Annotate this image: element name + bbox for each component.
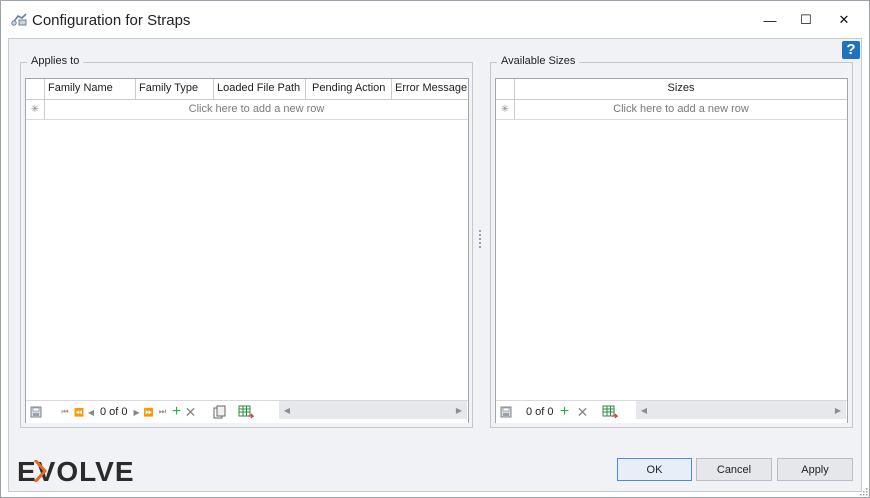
column-header-loaded-file-path[interactable]: Loaded File Path xyxy=(214,79,306,99)
sizes-new-row[interactable]: ✳ Click here to add a new row xyxy=(496,100,847,120)
apply-button[interactable]: Apply xyxy=(777,458,853,481)
new-row-prompt[interactable]: Click here to add a new row xyxy=(45,100,468,119)
sizes-grid-header: Sizes xyxy=(496,79,847,100)
next-page-icon[interactable]: ⏩ xyxy=(142,403,156,421)
new-row[interactable]: ✳ Click here to add a new row xyxy=(26,100,468,120)
grid-header: Family Name Family Type Loaded File Path… xyxy=(26,79,468,100)
scroll-right-icon[interactable]: ▶ xyxy=(451,401,467,419)
delete-record-icon[interactable]: ✕ xyxy=(576,403,590,421)
add-record-icon[interactable]: + xyxy=(170,403,184,421)
copy-icon[interactable] xyxy=(210,403,230,421)
horizontal-scrollbar[interactable]: ◀ ▶ xyxy=(279,401,467,419)
new-row-marker-icon: ✳ xyxy=(496,100,515,119)
record-counter: 0 of 0 xyxy=(100,406,128,418)
sizes-horizontal-scrollbar[interactable]: ◀ ▶ xyxy=(636,401,846,419)
title-bar[interactable]: Configuration for Straps — ☐ ✕ xyxy=(1,1,869,39)
maximize-icon: ☐ xyxy=(800,12,812,27)
save-layout-icon[interactable] xyxy=(26,403,46,421)
new-row-marker-icon: ✳ xyxy=(26,100,45,119)
applies-to-title: Applies to xyxy=(27,55,84,67)
maximize-button[interactable]: ☐ xyxy=(789,1,823,39)
column-header-family-type[interactable]: Family Type xyxy=(136,79,214,99)
row-indicator-header xyxy=(26,79,45,99)
delete-record-icon[interactable]: ✕ xyxy=(184,403,198,421)
straps-app-icon xyxy=(11,13,27,26)
resize-grip-icon[interactable] xyxy=(860,488,868,496)
next-record-icon[interactable]: ▶ xyxy=(132,403,142,421)
ok-button[interactable]: OK xyxy=(617,458,692,481)
column-header-error-message[interactable]: Error Message xyxy=(392,79,468,99)
export-grid-icon[interactable] xyxy=(600,403,620,421)
column-header-family-name[interactable]: Family Name xyxy=(45,79,136,99)
available-sizes-title: Available Sizes xyxy=(497,55,580,67)
scroll-left-icon[interactable]: ◀ xyxy=(636,401,652,419)
add-record-icon[interactable]: + xyxy=(558,403,572,421)
sizes-new-row-prompt[interactable]: Click here to add a new row xyxy=(515,100,847,119)
help-icon[interactable]: ? xyxy=(842,41,860,59)
sizes-record-counter: 0 of 0 xyxy=(526,406,554,418)
row-indicator-header xyxy=(496,79,515,99)
scroll-right-icon[interactable]: ▶ xyxy=(830,401,846,419)
last-record-icon[interactable]: ⏭ xyxy=(156,403,170,421)
first-record-icon[interactable]: ⏮ xyxy=(58,403,72,421)
applies-to-grid[interactable]: Family Name Family Type Loaded File Path… xyxy=(25,78,469,423)
export-grid-icon[interactable] xyxy=(236,403,256,421)
column-header-pending-action[interactable]: Pending Action xyxy=(306,79,392,99)
column-header-sizes[interactable]: Sizes xyxy=(515,79,847,99)
previous-record-icon[interactable]: ◀ xyxy=(86,403,96,421)
close-icon: ✕ xyxy=(838,12,850,27)
scroll-left-icon[interactable]: ◀ xyxy=(279,401,295,419)
previous-page-icon[interactable]: ⏪ xyxy=(72,403,86,421)
cancel-button[interactable]: Cancel xyxy=(696,458,772,481)
available-sizes-grid[interactable]: Sizes ✳ Click here to add a new row 0 of… xyxy=(495,78,848,423)
panel-splitter[interactable] xyxy=(478,230,482,248)
evolve-logo-accent-icon xyxy=(33,460,47,482)
minimize-button[interactable]: — xyxy=(753,1,787,39)
minimize-icon: — xyxy=(763,12,777,28)
save-layout-icon[interactable] xyxy=(496,403,516,421)
window-title: Configuration for Straps xyxy=(32,12,191,29)
close-button[interactable]: ✕ xyxy=(827,1,861,39)
